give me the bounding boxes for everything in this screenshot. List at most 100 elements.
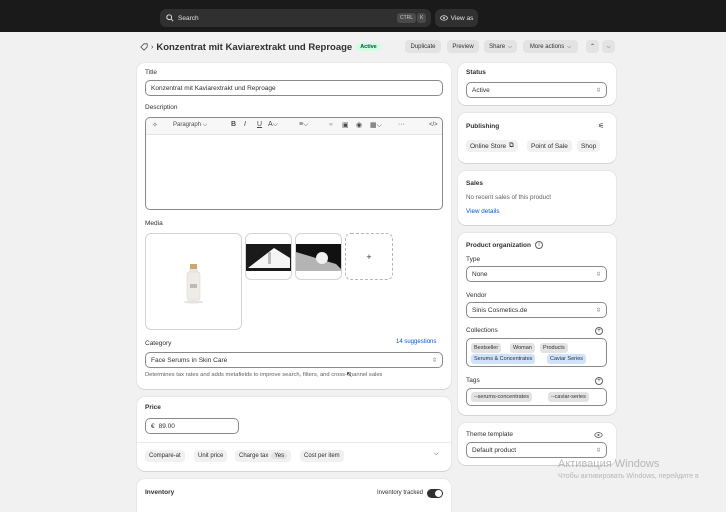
category-in: in	[191, 356, 197, 364]
media-thumbnail[interactable]	[245, 233, 292, 280]
collections-field[interactable]: Bestseller Woman Products Serums & Conce…	[466, 338, 607, 367]
breadcrumb-chevron-icon: ›	[151, 43, 154, 51]
media-thumbnail[interactable]	[295, 233, 342, 280]
description-editor[interactable]: ✧ Paragraph ⌵ B I U A⌵ ≡⌵ ⚭ ▣ ◉ ▦⌵ ··· <…	[145, 117, 443, 210]
select-arrows-icon: ⇳	[595, 308, 601, 314]
compare-at-chip[interactable]: Compare-at	[145, 450, 185, 462]
image-icon[interactable]: ▣	[342, 121, 349, 129]
divider	[137, 442, 451, 443]
collection-tag[interactable]: Caviar Series	[547, 354, 587, 364]
title-value: Konzentrat mit Kaviarextrakt und Reproag…	[151, 84, 276, 92]
table-icon[interactable]: ▦⌵	[370, 121, 382, 130]
theme-template-value: Default product	[472, 446, 517, 454]
add-media-label: +	[366, 251, 372, 262]
charge-tax-value: Yes	[271, 453, 288, 459]
media-main-image[interactable]	[145, 233, 242, 330]
category-label: Category	[145, 340, 172, 347]
bold-icon[interactable]: B	[231, 121, 236, 128]
paragraph-select[interactable]: Paragraph ⌵	[173, 122, 207, 129]
previous-product-button[interactable]: ⌃	[586, 40, 599, 53]
info-icon[interactable]: i	[535, 241, 543, 249]
underline-icon[interactable]: U	[257, 121, 262, 128]
charge-tax-chip[interactable]: Charge tax Yes	[235, 450, 292, 462]
currency-symbol: €	[151, 422, 155, 430]
type-select[interactable]: None ⇳	[466, 266, 607, 282]
vendor-label: Vendor	[466, 292, 487, 299]
status-select[interactable]: Active ⇳	[466, 82, 607, 98]
tag-icon[interactable]	[140, 43, 148, 51]
link-icon[interactable]: ⚭	[328, 121, 334, 129]
channel-label: Online Store	[470, 142, 507, 150]
theme-template-select[interactable]: Default product ⇳	[466, 442, 607, 458]
chevron-down-icon[interactable]: ⌵	[434, 451, 439, 458]
align-icon[interactable]: ≡⌵	[299, 121, 308, 129]
channel-shop[interactable]: Shop	[577, 140, 601, 152]
text-color-icon[interactable]: A⌵	[268, 121, 278, 129]
share-button[interactable]: Share ⌵	[484, 40, 517, 53]
product-tag[interactable]: --caviar-series	[548, 392, 589, 402]
title-input[interactable]: Konzentrat mit Kaviarextrakt und Reproag…	[145, 80, 443, 96]
collection-tag[interactable]: Products	[540, 343, 568, 353]
preview-button[interactable]: Preview	[447, 40, 479, 53]
page-header: › Konzentrat mit Kaviarextrakt und Repro…	[140, 40, 616, 54]
sales-label: Sales	[466, 180, 483, 187]
collection-tag[interactable]: Serums & Concentrates	[471, 354, 536, 364]
view-details-link[interactable]: View details	[466, 208, 500, 215]
magic-icon[interactable]: ✧	[152, 121, 158, 129]
chevron-down-icon: ⌵	[606, 43, 611, 50]
vendor-value: Sinis Cosmetics.de	[472, 306, 528, 314]
editor-toolbar: ✧ Paragraph ⌵ B I U A⌵ ≡⌵ ⚭ ▣ ◉ ▦⌵ ··· <…	[146, 118, 442, 135]
category-value: Face Serums	[151, 356, 190, 364]
paragraph-label: Paragraph	[173, 122, 202, 128]
next-product-button[interactable]: ⌵	[602, 40, 615, 53]
channel-info-icon: ⧉	[509, 142, 514, 149]
windows-activation-title: Активация Windows	[558, 458, 660, 470]
italic-icon[interactable]: I	[244, 121, 246, 128]
collections-label: Collections	[466, 327, 498, 334]
code-icon[interactable]: </>	[429, 122, 438, 128]
collection-tag[interactable]: Bestseller	[471, 343, 502, 353]
title-label: Title	[145, 69, 158, 76]
search-icon	[166, 14, 174, 22]
publishing-label: Publishing	[466, 123, 500, 130]
tags-field[interactable]: --serums-concentrates --caviar-series	[466, 388, 607, 406]
product-tag[interactable]: --serums-concentrates	[471, 392, 533, 402]
unit-price-chip[interactable]: Unit price	[194, 450, 228, 462]
top-bar: Search CTRL K View as	[0, 0, 726, 32]
vendor-select[interactable]: Sinis Cosmetics.de ⇳	[466, 302, 607, 318]
collection-tag[interactable]: Woman	[510, 343, 535, 353]
eye-icon	[439, 15, 448, 21]
channel-point-of-sale[interactable]: Point of Sale	[527, 140, 572, 152]
page-title: Konzentrat mit Kaviarextrakt und Reproag…	[156, 41, 353, 53]
type-value: None	[472, 270, 488, 278]
more-actions-button[interactable]: More actions ⌵	[523, 40, 578, 53]
product-thumbnail-image	[296, 244, 341, 271]
more-icon[interactable]: ···	[398, 121, 405, 128]
add-tag-icon[interactable]: +	[595, 377, 603, 385]
more-actions-label: More actions	[529, 43, 565, 50]
settings-sliders-icon[interactable]: ⚟	[598, 122, 604, 130]
category-select[interactable]: Face Serums in Skin Care ⇳	[145, 352, 443, 368]
mouse-cursor-icon: ↖	[346, 370, 353, 379]
chevron-down-icon: ⌵	[567, 43, 572, 50]
share-label: Share	[489, 43, 506, 50]
duplicate-button[interactable]: Duplicate	[405, 40, 441, 53]
add-media-button[interactable]: +	[345, 233, 393, 280]
search-bar[interactable]: Search CTRL K	[160, 9, 431, 27]
product-thumbnail-image	[246, 244, 291, 271]
channel-online-store[interactable]: Online Store ⧉	[466, 140, 518, 152]
status-value: Active	[472, 86, 490, 94]
theme-template-label: Theme template	[466, 431, 513, 438]
inventory-label: Inventory	[145, 489, 175, 496]
suggestions-link[interactable]: 14 suggestions	[396, 339, 436, 345]
inventory-tracked-label: Inventory tracked	[377, 490, 424, 496]
video-icon[interactable]: ◉	[356, 121, 362, 129]
price-input[interactable]: € 89.00	[145, 418, 239, 434]
view-as-button[interactable]: View as	[435, 9, 478, 27]
price-label: Price	[145, 404, 161, 411]
view-as-label: View as	[450, 14, 474, 22]
add-collection-icon[interactable]: +	[595, 327, 603, 335]
inventory-tracked-toggle[interactable]	[427, 489, 443, 498]
eye-icon[interactable]	[594, 432, 603, 438]
cost-per-item-chip[interactable]: Cost per item	[300, 450, 344, 462]
